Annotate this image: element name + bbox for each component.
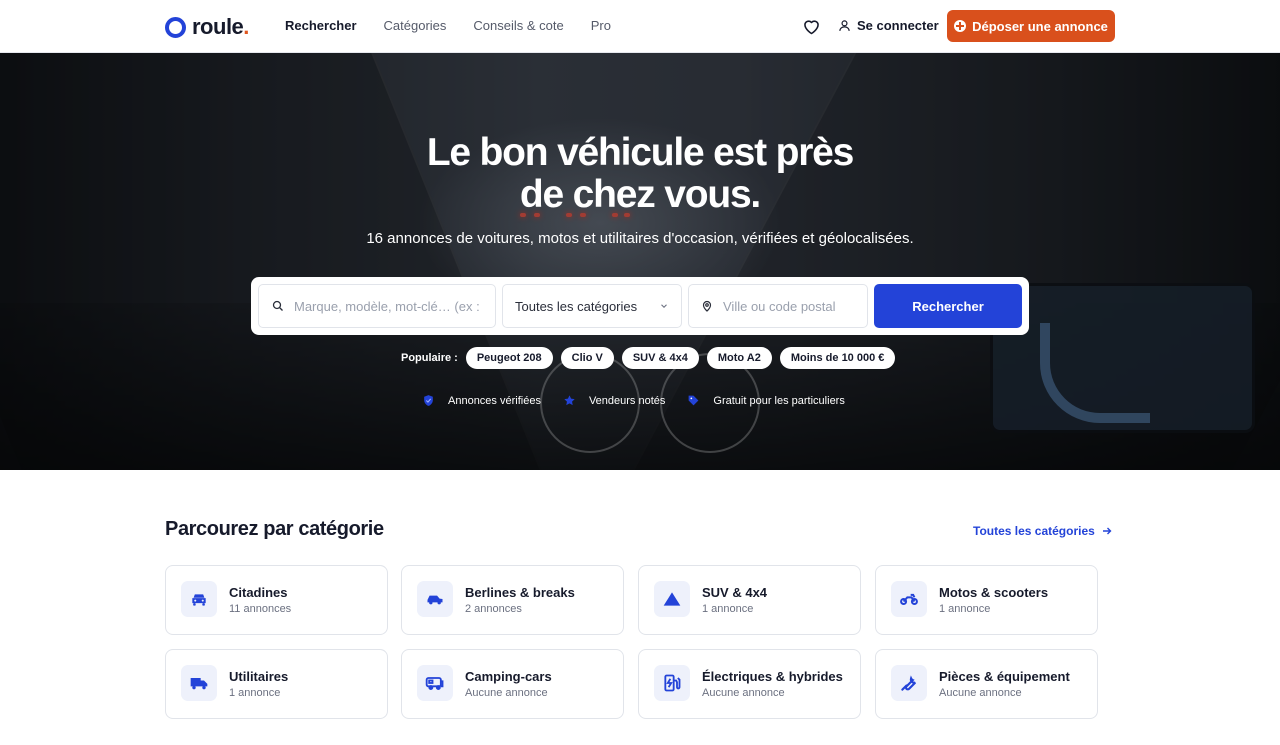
mountain-icon — [654, 581, 690, 617]
category-name: SUV & 4x4 — [702, 585, 768, 600]
logo-ring-icon — [165, 16, 186, 38]
camper-icon — [417, 665, 453, 701]
popular-searches: Populaire : Peugeot 208 Clio V SUV & 4x4… — [401, 347, 896, 369]
star-icon — [564, 395, 575, 406]
popular-chip[interactable]: Clio V — [560, 347, 614, 369]
category-count: 11 annonces — [229, 603, 292, 615]
category-count: 2 annonces — [465, 603, 522, 615]
category-name: Berlines & breaks — [465, 585, 575, 600]
category-card-electriques[interactable]: Électriques & hybrides Aucune annonce — [638, 649, 861, 719]
search-submit-button[interactable]: Rechercher — [874, 284, 1022, 328]
chevron-down-icon — [659, 299, 669, 314]
hero-subtitle: 16 annonces de voitures, motos et utilit… — [366, 230, 914, 247]
login-link[interactable]: Se connecter — [838, 18, 939, 33]
ev-charger-icon — [654, 665, 690, 701]
category-count: Aucune annonce — [702, 687, 785, 699]
motorcycle-icon — [891, 581, 927, 617]
category-name: Électriques & hybrides — [702, 669, 843, 684]
hero-overlay — [0, 53, 1280, 470]
tag-icon — [689, 395, 699, 406]
hero-banner: Le bon véhicule est près de chez vous. 16… — [0, 53, 1280, 470]
category-card-motos[interactable]: Motos & scooters 1 annonce — [875, 565, 1098, 635]
category-count: 1 annonce — [702, 603, 754, 615]
category-count: Aucune annonce — [939, 687, 1022, 699]
category-name: Citadines — [229, 585, 288, 600]
car-icon — [181, 581, 217, 617]
category-card-berlines[interactable]: Berlines & breaks 2 annonces — [401, 565, 624, 635]
category-card-utilitaires[interactable]: Utilitaires 1 annonce — [165, 649, 388, 719]
location-pin-icon — [701, 300, 713, 312]
top-navigation-bar: roule. Rechercher Catégories Conseils & … — [0, 0, 1280, 53]
category-select-value: Toutes les catégories — [515, 298, 638, 314]
category-name: Camping-cars — [465, 669, 552, 684]
plus-circle-icon — [954, 20, 967, 32]
category-count: 1 annonce — [939, 603, 991, 615]
search-query-input[interactable]: Marque, modèle, mot-clé… (ex : — [258, 284, 496, 328]
trust-badge: Gratuit pour les particuliers — [687, 394, 845, 407]
category-count: 1 annonce — [229, 687, 281, 699]
post-ad-button[interactable]: Déposer une annonce — [947, 10, 1115, 42]
category-name: Utilitaires — [229, 669, 289, 684]
main-nav: Rechercher Catégories Conseils & cote Pr… — [285, 18, 611, 33]
all-categories-link[interactable]: Toutes les catégories — [973, 524, 1113, 538]
nav-link-rechercher[interactable]: Rechercher — [285, 18, 357, 33]
popular-chip[interactable]: Peugeot 208 — [465, 347, 553, 369]
category-card-citadines[interactable]: Citadines 11 annonces — [165, 565, 388, 635]
login-label: Se connecter — [857, 18, 939, 33]
trust-badge: Annonces vérifiées — [422, 394, 541, 407]
post-ad-label: Déposer une annonce — [972, 18, 1108, 34]
site-logo[interactable]: roule. — [165, 14, 249, 40]
popular-chip[interactable]: Moto A2 — [706, 347, 772, 369]
search-icon — [272, 300, 284, 312]
trust-badges: Annonces vérifiées Vendeurs notés Gratui… — [422, 394, 867, 407]
popular-chip[interactable]: Moins de 10 000 € — [779, 347, 896, 369]
user-icon — [839, 20, 850, 31]
search-panel: Marque, modèle, mot-clé… (ex : Toutes le… — [251, 277, 1029, 335]
nav-link-pro[interactable]: Pro — [591, 18, 611, 33]
category-count: Aucune annonce — [465, 687, 548, 699]
category-card-camping-cars[interactable]: Camping-cars Aucune annonce — [401, 649, 624, 719]
hero-title: Le bon véhicule est près de chez vous. — [426, 131, 855, 216]
wrench-icon — [891, 665, 927, 701]
sedan-icon — [417, 581, 453, 617]
arrow-right-icon — [1102, 527, 1112, 535]
trust-badge: Vendeurs notés — [563, 394, 665, 407]
truck-icon — [181, 665, 217, 701]
favorites-heart-icon[interactable] — [801, 16, 822, 37]
category-card-suv[interactable]: SUV & 4x4 1 annonce — [638, 565, 861, 635]
category-select[interactable]: Toutes les catégories — [502, 284, 682, 328]
search-query-placeholder: Marque, modèle, mot-clé… (ex : — [294, 298, 480, 314]
logo-text: roule. — [192, 14, 249, 39]
nav-link-conseils[interactable]: Conseils & cote — [473, 18, 563, 33]
category-name: Motos & scooters — [939, 585, 1049, 600]
category-card-pieces[interactable]: Pièces & équipement Aucune annonce — [875, 649, 1098, 719]
popular-chip[interactable]: SUV & 4x4 — [621, 347, 699, 369]
shield-check-icon — [424, 395, 433, 406]
location-input[interactable]: Ville ou code postal — [688, 284, 868, 328]
nav-link-categories[interactable]: Catégories — [384, 18, 447, 33]
location-placeholder: Ville ou code postal — [723, 298, 836, 314]
category-name: Pièces & équipement — [939, 669, 1070, 684]
categories-title: Parcourez par catégorie — [165, 518, 384, 540]
popular-label: Populaire : — [401, 352, 458, 364]
